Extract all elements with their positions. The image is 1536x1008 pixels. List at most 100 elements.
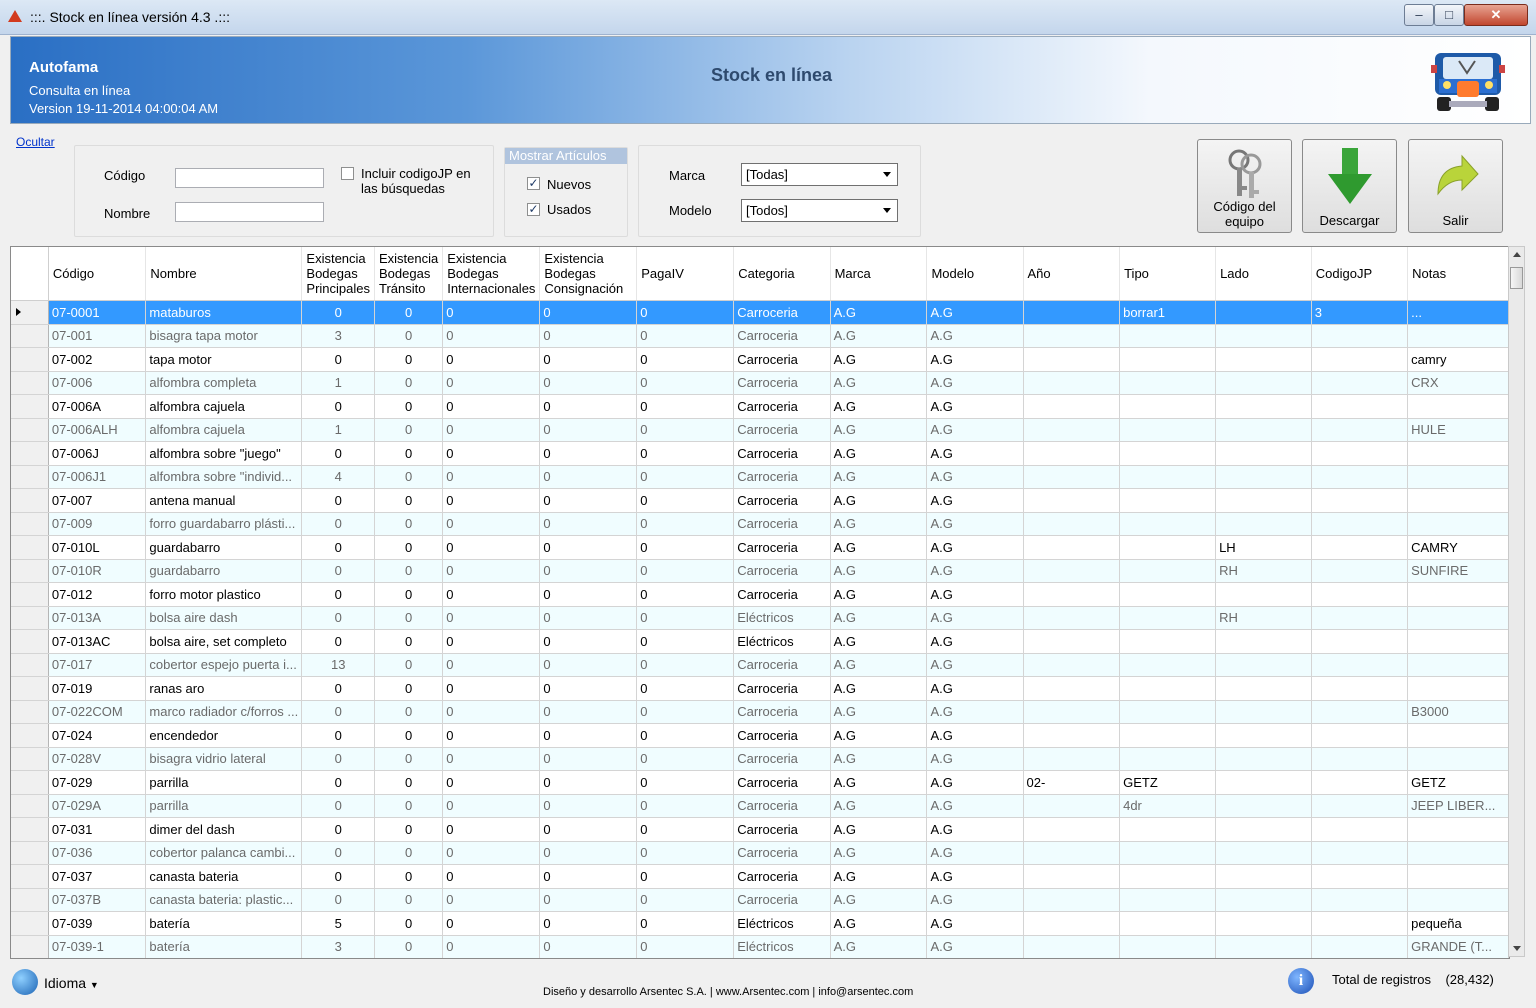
table-cell[interactable]: 0 — [636, 629, 735, 654]
table-cell[interactable] — [1119, 418, 1217, 442]
minimize-button[interactable]: – — [1404, 4, 1434, 26]
table-cell[interactable]: 0 — [374, 935, 444, 958]
table-cell[interactable]: 07-010L — [48, 535, 147, 560]
table-cell[interactable]: 5 — [301, 911, 375, 936]
table-cell[interactable]: 3 — [301, 935, 375, 958]
table-cell[interactable]: 0 — [636, 794, 735, 818]
table-cell[interactable] — [1407, 676, 1509, 701]
table-cell[interactable]: 0 — [539, 629, 638, 654]
row-header[interactable] — [11, 817, 49, 842]
row-header[interactable] — [11, 770, 49, 795]
table-cell[interactable]: 07-012 — [48, 582, 147, 607]
table-cell[interactable]: borrar1 — [1119, 300, 1217, 325]
table-cell[interactable]: 0 — [301, 394, 375, 419]
table-cell[interactable]: 0 — [539, 794, 638, 818]
table-cell[interactable] — [1407, 817, 1509, 842]
table-cell[interactable] — [1119, 653, 1217, 677]
table-cell[interactable]: 07-009 — [48, 512, 147, 536]
table-cell[interactable] — [1023, 841, 1121, 865]
row-header[interactable] — [11, 935, 49, 958]
table-cell[interactable]: A.G — [830, 841, 928, 865]
table-cell[interactable]: 0 — [636, 911, 735, 936]
table-cell[interactable]: 0 — [374, 465, 444, 489]
table-cell[interactable]: 07-007 — [48, 488, 147, 513]
table-cell[interactable] — [1407, 488, 1509, 513]
table-cell[interactable]: 0 — [539, 441, 638, 466]
table-cell[interactable]: 0 — [636, 653, 735, 677]
table-cell[interactable]: 0 — [442, 935, 541, 958]
table-cell[interactable]: A.G — [830, 394, 928, 419]
codigo-equipo-button[interactable]: Código del equipo — [1197, 139, 1292, 233]
table-cell[interactable]: 0 — [636, 817, 735, 842]
table-cell[interactable] — [1023, 582, 1121, 607]
row-header[interactable] — [11, 347, 49, 372]
table-cell[interactable]: RH — [1215, 606, 1312, 630]
table-cell[interactable]: Carroceria — [733, 441, 831, 466]
table-cell[interactable]: 0 — [539, 935, 638, 958]
table-cell[interactable] — [1311, 676, 1409, 701]
row-header[interactable] — [11, 535, 49, 560]
table-cell[interactable]: A.G — [830, 559, 928, 583]
scroll-thumb[interactable] — [1510, 267, 1523, 289]
table-cell[interactable]: 4dr — [1119, 794, 1217, 818]
table-cell[interactable] — [1119, 606, 1217, 630]
row-header[interactable] — [11, 488, 49, 513]
table-cell[interactable] — [1023, 300, 1121, 325]
maximize-button[interactable]: □ — [1434, 4, 1464, 26]
table-cell[interactable]: 0 — [539, 888, 638, 912]
table-cell[interactable]: 0 — [442, 512, 541, 536]
column-header[interactable]: Notas — [1407, 247, 1509, 301]
table-cell[interactable]: LH — [1215, 535, 1312, 560]
table-cell[interactable] — [1119, 347, 1217, 372]
table-cell[interactable]: batería — [145, 911, 303, 936]
table-cell[interactable]: 0 — [539, 606, 638, 630]
marca-select[interactable]: [Todas] — [741, 163, 898, 186]
table-cell[interactable]: Carroceria — [733, 723, 831, 748]
table-cell[interactable] — [1023, 394, 1121, 419]
table-cell[interactable]: guardabarro — [145, 559, 303, 583]
table-cell[interactable]: 0 — [442, 324, 541, 348]
table-cell[interactable]: 0 — [539, 418, 638, 442]
table-row[interactable]: 07-010R guardabarro 0 0 0 0 0 Carroceria A.G A.G R… — [11, 559, 1509, 583]
table-cell[interactable]: 07-001 — [48, 324, 147, 348]
table-cell[interactable] — [1215, 841, 1312, 865]
table-cell[interactable]: A.G — [830, 653, 928, 677]
scroll-down-icon[interactable] — [1513, 946, 1521, 951]
table-cell[interactable] — [1215, 300, 1312, 325]
table-cell[interactable]: 07-039 — [48, 911, 147, 936]
table-cell[interactable]: alfombra completa — [145, 371, 303, 395]
table-cell[interactable]: 0 — [301, 700, 375, 724]
table-cell[interactable]: 07-022COM — [48, 700, 147, 724]
hide-link[interactable]: Ocultar — [16, 135, 55, 149]
table-cell[interactable] — [1023, 629, 1121, 654]
row-header[interactable] — [11, 864, 49, 889]
table-cell[interactable]: Eléctricos — [733, 911, 831, 936]
table-cell[interactable]: 1 — [301, 371, 375, 395]
table-cell[interactable]: 0 — [442, 747, 541, 771]
table-cell[interactable]: A.G — [830, 676, 928, 701]
table-cell[interactable]: A.G — [926, 770, 1024, 795]
table-cell[interactable]: 07-037B — [48, 888, 147, 912]
table-cell[interactable] — [1023, 418, 1121, 442]
row-header[interactable] — [11, 300, 49, 325]
table-cell[interactable]: A.G — [926, 888, 1024, 912]
column-header[interactable]: CodigoJP — [1311, 247, 1409, 301]
table-cell[interactable]: 0 — [374, 394, 444, 419]
table-cell[interactable] — [1215, 441, 1312, 466]
row-header[interactable] — [11, 582, 49, 607]
table-cell[interactable]: 0 — [301, 888, 375, 912]
table-cell[interactable]: 0 — [636, 723, 735, 748]
table-cell[interactable]: A.G — [926, 582, 1024, 607]
row-header[interactable] — [11, 911, 49, 936]
table-cell[interactable] — [1407, 465, 1509, 489]
table-cell[interactable]: 0 — [636, 606, 735, 630]
table-cell[interactable]: 0 — [539, 747, 638, 771]
table-cell[interactable] — [1023, 441, 1121, 466]
table-cell[interactable]: 0 — [301, 676, 375, 701]
modelo-select[interactable]: [Todos] — [741, 199, 898, 222]
table-row[interactable]: 07-007 antena manual 0 0 0 0 0 Carroceria A.G A.G — [11, 488, 1509, 513]
table-cell[interactable]: Carroceria — [733, 864, 831, 889]
table-cell[interactable]: canasta bateria — [145, 864, 303, 889]
table-cell[interactable]: 0 — [636, 465, 735, 489]
table-cell[interactable]: 0 — [301, 441, 375, 466]
